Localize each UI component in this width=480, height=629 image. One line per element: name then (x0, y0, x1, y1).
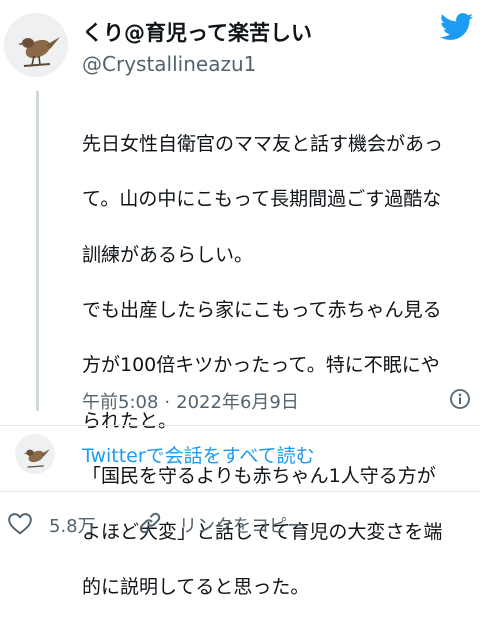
tweet-timestamp[interactable]: 午前5:08 · 2022年6月9日 (82, 388, 299, 414)
heart-icon (8, 513, 32, 535)
section-divider (0, 491, 480, 492)
small-avatar[interactable] (15, 434, 55, 474)
twitter-bird-icon[interactable] (439, 13, 474, 41)
author-handle[interactable]: @Crystallineazu1 (82, 52, 256, 76)
like-button[interactable]: 5.8万 (7, 510, 107, 538)
meta-separator: · (164, 392, 171, 413)
author-display-name[interactable]: くり@育児って楽苦しい (82, 17, 312, 47)
tweet-date: 2022年6月9日 (176, 392, 299, 413)
thread-connector-line (36, 91, 39, 411)
bird-photo-avatar-image (23, 449, 50, 468)
tweet-time: 午前5:08 (82, 392, 159, 413)
tweet-text: 先日女性自衛官のママ友と話す機会があっ て。山の中にこもって長期間過ごす過酷な … (82, 103, 477, 629)
tweet-line: 的に説明してると思った。 (82, 575, 310, 598)
copy-link-button[interactable]: リンクをコピー (137, 510, 337, 538)
like-count: 5.8万 (49, 516, 96, 537)
section-divider (0, 425, 480, 426)
bird-photo-avatar-image (18, 37, 60, 67)
read-conversation-link[interactable]: Twitterで会話をすべて読む (82, 441, 315, 468)
tweet-line: 訓練があるらしい。 (82, 243, 254, 266)
copy-link-label: リンクをコピー (179, 516, 305, 537)
tweet-line: て。山の中にこもって長期間過ごす過酷な (82, 188, 442, 211)
tweet-line: でも出産したら家にこもって赤ちゃん見る (82, 298, 442, 321)
info-icon[interactable] (449, 388, 471, 410)
author-avatar[interactable] (4, 13, 68, 77)
tweet-line: 方が100倍キツかったって。特に不眠にや (82, 354, 440, 377)
tweet-line: 先日女性自衛官のママ友と話す機会があっ (82, 132, 444, 155)
link-icon (139, 512, 161, 534)
